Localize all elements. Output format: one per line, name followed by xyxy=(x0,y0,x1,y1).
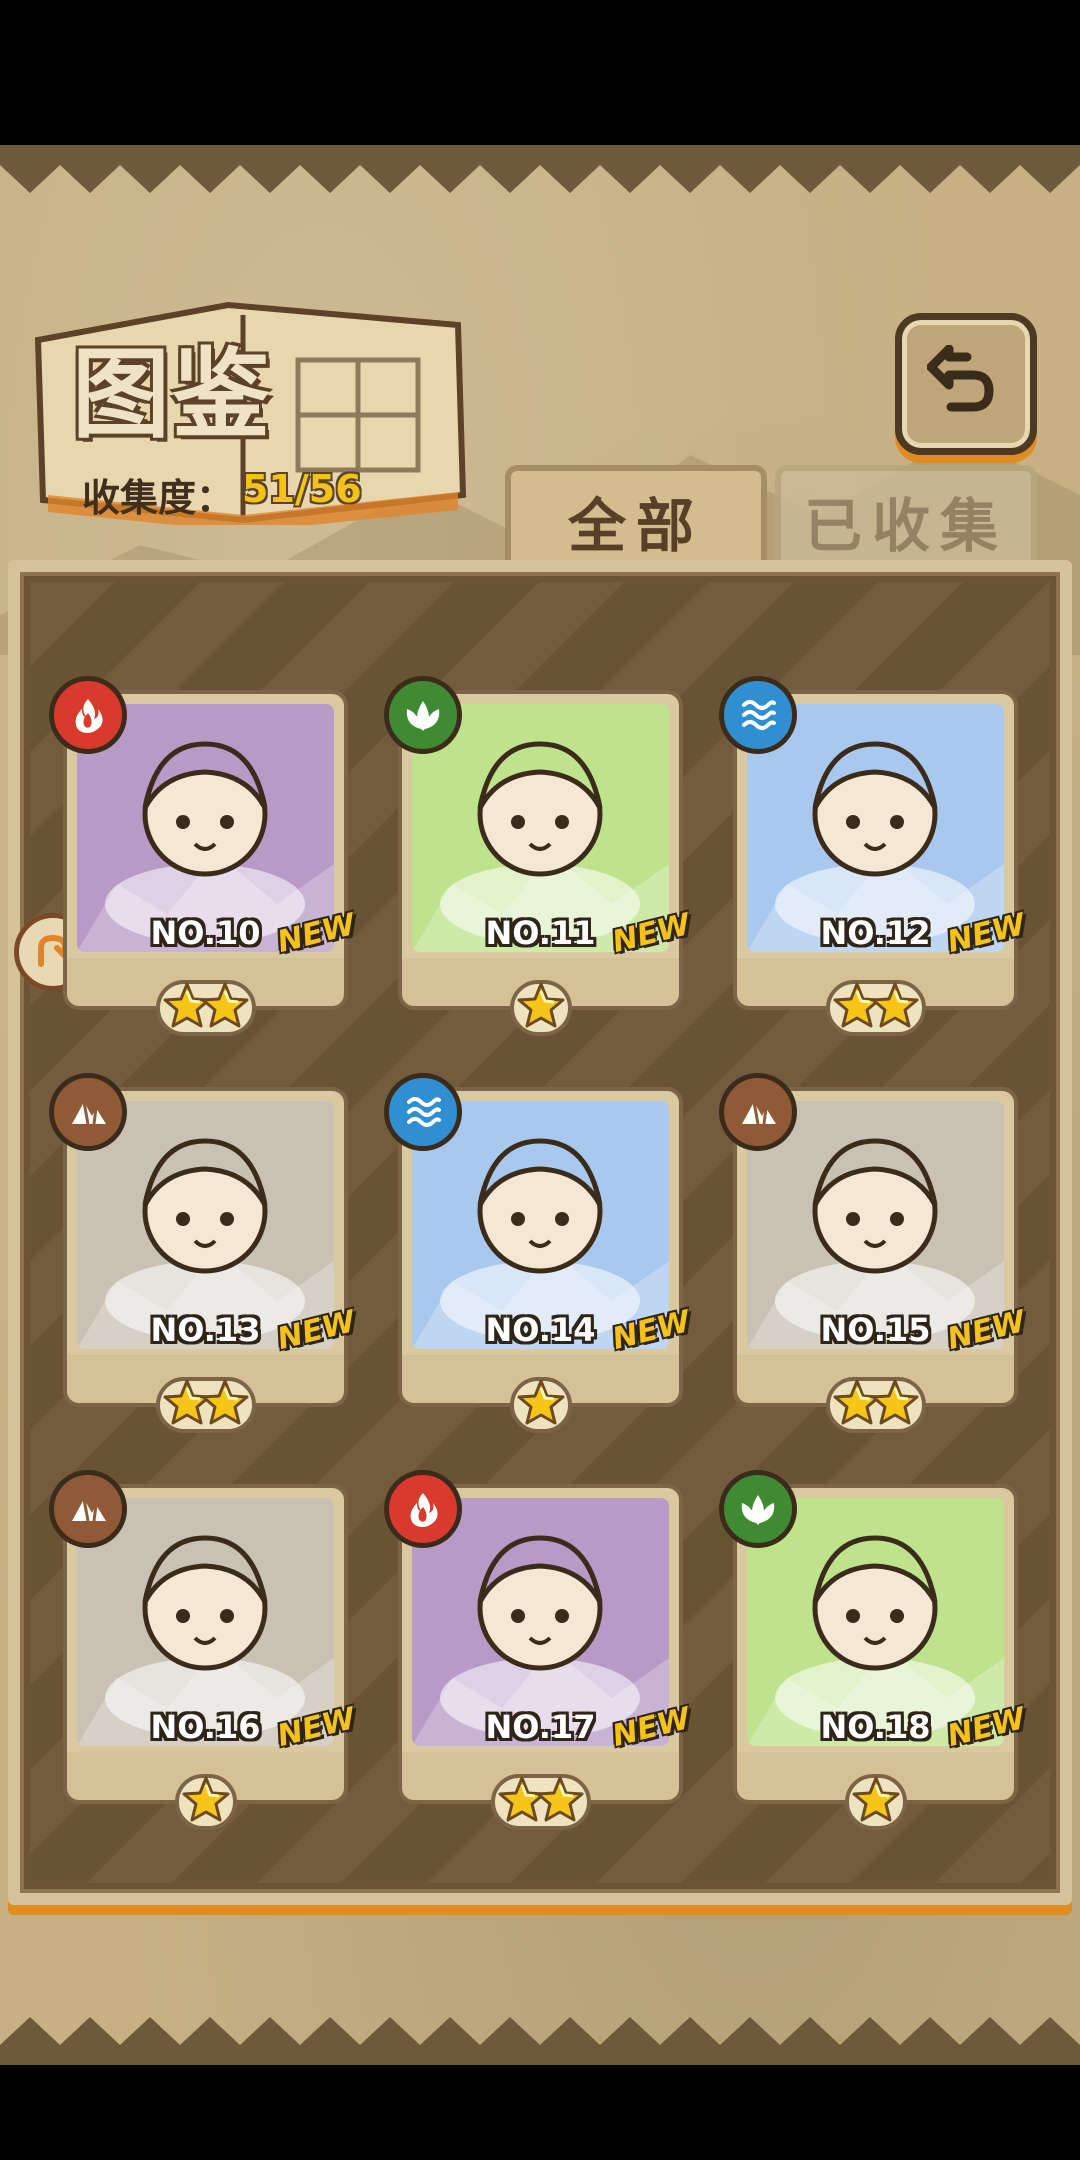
star-rating xyxy=(63,1772,348,1832)
star-rating-pill xyxy=(155,1377,256,1433)
star-icon xyxy=(536,1775,583,1829)
monster-card[interactable]: NO.12 NEW xyxy=(719,676,1029,1036)
star-rating-pill xyxy=(155,980,256,1036)
star-icon xyxy=(201,981,248,1035)
tab-collected[interactable]: 已收集 xyxy=(775,465,1037,571)
star-rating-pill xyxy=(844,1774,907,1830)
star-rating xyxy=(398,978,683,1038)
zigzag-top-border xyxy=(0,145,1080,193)
tab-all[interactable]: 全部 xyxy=(505,465,767,571)
star-icon xyxy=(871,981,918,1035)
monster-card[interactable]: NO.17 NEW xyxy=(384,1470,694,1830)
star-rating-pill xyxy=(825,980,926,1036)
return-arrow-icon xyxy=(927,345,994,412)
encyclopedia-screen: 图鉴 收集度： 51/56 全部 已收集 NO.10 NEW NO.11 NEW… xyxy=(0,145,1080,2065)
zigzag-bottom-border xyxy=(0,2017,1080,2065)
star-rating xyxy=(733,1375,1018,1435)
leaf-icon xyxy=(719,1470,797,1548)
star-icon xyxy=(852,1775,899,1829)
star-icon xyxy=(201,1378,248,1432)
fire-icon xyxy=(384,1470,462,1548)
back-button[interactable] xyxy=(895,313,1037,455)
collection-value: 51/56 xyxy=(242,467,362,511)
star-icon xyxy=(517,1378,564,1432)
page-title: 图鉴 xyxy=(72,338,273,452)
star-rating xyxy=(63,978,348,1038)
star-rating xyxy=(733,978,1018,1038)
star-icon xyxy=(517,981,564,1035)
earth-icon xyxy=(49,1470,127,1548)
star-rating-pill xyxy=(490,1774,591,1830)
star-rating xyxy=(398,1772,683,1832)
monster-card[interactable]: NO.13 NEW xyxy=(49,1073,359,1433)
monster-card[interactable]: NO.10 NEW xyxy=(49,676,359,1036)
star-rating xyxy=(398,1375,683,1435)
star-rating xyxy=(733,1772,1018,1832)
earth-icon xyxy=(719,1073,797,1151)
fire-icon xyxy=(49,676,127,754)
star-icon xyxy=(871,1378,918,1432)
star-rating-pill xyxy=(509,980,572,1036)
monster-card[interactable]: NO.15 NEW xyxy=(719,1073,1029,1433)
earth-icon xyxy=(49,1073,127,1151)
water-icon xyxy=(384,1073,462,1151)
water-icon xyxy=(719,676,797,754)
monster-card[interactable]: NO.14 NEW xyxy=(384,1073,694,1433)
star-rating-pill xyxy=(509,1377,572,1433)
star-rating-pill xyxy=(825,1377,926,1433)
star-icon xyxy=(182,1775,229,1829)
monster-card[interactable]: NO.16 NEW xyxy=(49,1470,359,1830)
leaf-icon xyxy=(384,676,462,754)
star-rating-pill xyxy=(174,1774,237,1830)
collection-label: 收集度： xyxy=(82,476,235,520)
star-rating xyxy=(63,1375,348,1435)
monster-card[interactable]: NO.11 NEW xyxy=(384,676,694,1036)
monster-card[interactable]: NO.18 NEW xyxy=(719,1470,1029,1830)
